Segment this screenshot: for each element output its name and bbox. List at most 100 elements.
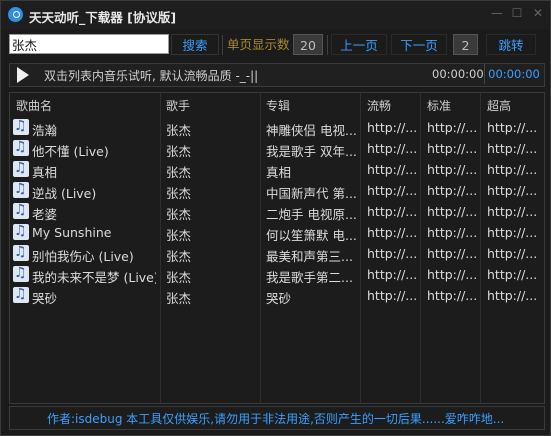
cell-standard-url: http://... <box>427 225 477 240</box>
cell-smooth-url: http://... <box>367 183 417 198</box>
column-header-high[interactable]: 超高 <box>487 97 511 114</box>
main-window: 天天动听_下载器 [协议版] — ☐ ✕ 搜索 单页显示数 20 上一页 下一页… <box>0 0 551 436</box>
music-note-icon <box>13 139 29 156</box>
next-page-button[interactable]: 下一页 <box>391 34 447 55</box>
cell-artist: 张杰 <box>166 207 192 222</box>
table-row[interactable]: 哭砂 张杰 哭砂 http://... http://... http://... <box>10 285 544 306</box>
cell-standard-url: http://... <box>427 141 477 156</box>
table-header: 歌曲名 歌手 专辑 流畅 标准 超高 <box>10 93 544 115</box>
column-header-album[interactable]: 专辑 <box>266 97 290 114</box>
page-size-label: 单页显示数 <box>227 37 290 52</box>
music-note-icon <box>13 160 29 177</box>
cell-song: 哭砂 <box>32 291 58 306</box>
page-number-field[interactable]: 2 <box>453 34 478 55</box>
cell-artist: 张杰 <box>166 249 192 264</box>
total-time: 00:00:00 <box>484 64 543 84</box>
cell-high-url: http://... <box>487 267 538 282</box>
table-row[interactable]: 老婆 张杰 二炮手 电视原... http://... http://... http:/… <box>10 201 544 222</box>
cell-smooth-url: http://... <box>367 246 417 261</box>
cell-artist: 张杰 <box>166 144 192 159</box>
cell-album: 真相 <box>266 165 292 180</box>
cell-smooth-url: http://... <box>367 288 417 303</box>
window-title: 天天动听_下载器 [协议版] <box>29 10 177 25</box>
cell-album: 最美和声第三... <box>266 249 353 264</box>
jump-button[interactable]: 跳转 <box>486 34 536 55</box>
cell-smooth-url: http://... <box>367 120 417 135</box>
cell-artist: 张杰 <box>166 270 192 285</box>
cell-standard-url: http://... <box>427 267 477 282</box>
cell-artist: 张杰 <box>166 186 192 201</box>
player-bar: 双击列表内音乐试听, 默认流畅品质 -_-|| 00:00:00 00:00:0… <box>9 63 545 87</box>
music-note-icon <box>13 118 29 135</box>
divider <box>222 35 223 55</box>
column-header-artist[interactable]: 歌手 <box>166 97 190 114</box>
song-list[interactable]: 歌曲名 歌手 专辑 流畅 标准 超高 浩瀚张杰 神雕侠侣 电视... http://… <box>9 92 545 404</box>
cell-song: 我的未来不是梦 (Live) <box>32 270 156 285</box>
music-note-icon <box>13 244 29 261</box>
cell-song: 浩瀚 <box>32 123 58 138</box>
elapsed-time: 00:00:00 <box>432 67 484 81</box>
search-input[interactable] <box>9 34 169 54</box>
cell-song: 他不懂 (Live) <box>32 144 109 159</box>
cell-artist: 张杰 <box>166 165 192 180</box>
minimize-icon[interactable]: — <box>489 5 505 21</box>
prev-page-button[interactable]: 上一页 <box>331 34 387 55</box>
cell-artist: 张杰 <box>166 291 192 306</box>
cell-high-url: http://... <box>487 162 538 177</box>
music-note-icon <box>13 286 29 303</box>
cell-song: 别怕我伤心 (Live) <box>32 249 134 264</box>
table-row[interactable]: 逆战 (Live) 张杰 中国新声代 第... http://... http://..… <box>10 180 544 201</box>
app-logo-icon <box>8 7 23 22</box>
cell-song: 老婆 <box>32 207 58 222</box>
footer-bar: 作者:isdebug 本工具仅供娱乐,请勿用于非法用途,否则产生的一切后果...… <box>9 406 545 430</box>
cell-standard-url: http://... <box>427 183 477 198</box>
cell-smooth-url: http://... <box>367 141 417 156</box>
column-header-song[interactable]: 歌曲名 <box>16 97 52 114</box>
play-icon[interactable] <box>17 67 29 83</box>
search-button[interactable]: 搜索 <box>171 34 219 55</box>
cell-high-url: http://... <box>487 204 538 219</box>
cell-song: My Sunshine <box>32 225 112 240</box>
table-row[interactable]: 浩瀚 张杰 神雕侠侣 电视... http://... http://... http:/… <box>10 117 544 138</box>
column-header-smooth[interactable]: 流畅 <box>367 97 391 114</box>
cell-album: 神雕侠侣 电视... <box>266 123 357 138</box>
divider <box>327 35 328 55</box>
maximize-icon[interactable]: ☐ <box>509 5 525 21</box>
cell-smooth-url: http://... <box>367 162 417 177</box>
footer-text: 作者:isdebug 本工具仅供娱乐,请勿用于非法用途,否则产生的一切后果...… <box>47 412 505 426</box>
cell-album: 何以笙箫默 电... <box>266 228 357 243</box>
cell-standard-url: http://... <box>427 120 477 135</box>
cell-high-url: http://... <box>487 141 538 156</box>
page-size-field[interactable]: 20 <box>293 34 323 55</box>
cell-high-url: http://... <box>487 288 538 303</box>
music-note-icon <box>13 223 29 240</box>
cell-album: 我是歌手第二... <box>266 270 353 285</box>
cell-standard-url: http://... <box>427 162 477 177</box>
table-row[interactable]: 他不懂 (Live) 张杰 我是歌手 双年... http://... http://.… <box>10 138 544 159</box>
cell-artist: 张杰 <box>166 228 192 243</box>
cell-high-url: http://... <box>487 183 538 198</box>
cell-album: 中国新声代 第... <box>266 186 357 201</box>
player-status-text: 双击列表内音乐试听, 默认流畅品质 -_-|| <box>44 69 259 83</box>
table-row[interactable]: 真相 张杰 真相 http://... http://... http://... <box>10 159 544 180</box>
cell-smooth-url: http://... <box>367 204 417 219</box>
column-header-standard[interactable]: 标准 <box>427 97 451 114</box>
cell-song: 真相 <box>32 165 58 180</box>
table-row[interactable]: 别怕我伤心 (Live) 张杰 最美和声第三... http://... http://… <box>10 243 544 264</box>
cell-album: 我是歌手 双年... <box>266 144 357 159</box>
cell-standard-url: http://... <box>427 246 477 261</box>
cell-high-url: http://... <box>487 246 538 261</box>
search-toolbar: 搜索 单页显示数 20 上一页 下一页 2 跳转 <box>1 32 550 58</box>
cell-smooth-url: http://... <box>367 225 417 240</box>
music-note-icon <box>13 265 29 282</box>
close-icon[interactable]: ✕ <box>530 5 546 21</box>
cell-high-url: http://... <box>487 120 538 135</box>
table-row[interactable]: My Sunshine 张杰 何以笙箫默 电... http://... http://… <box>10 222 544 243</box>
cell-standard-url: http://... <box>427 288 477 303</box>
title-bar[interactable]: 天天动听_下载器 [协议版] — ☐ ✕ <box>1 1 550 29</box>
cell-album: 二炮手 电视原... <box>266 207 357 222</box>
cell-standard-url: http://... <box>427 204 477 219</box>
cell-smooth-url: http://... <box>367 267 417 282</box>
table-row[interactable]: 我的未来不是梦 (Live) 张杰 我是歌手第二... http://... http:… <box>10 264 544 285</box>
cell-song: 逆战 (Live) <box>32 186 97 201</box>
